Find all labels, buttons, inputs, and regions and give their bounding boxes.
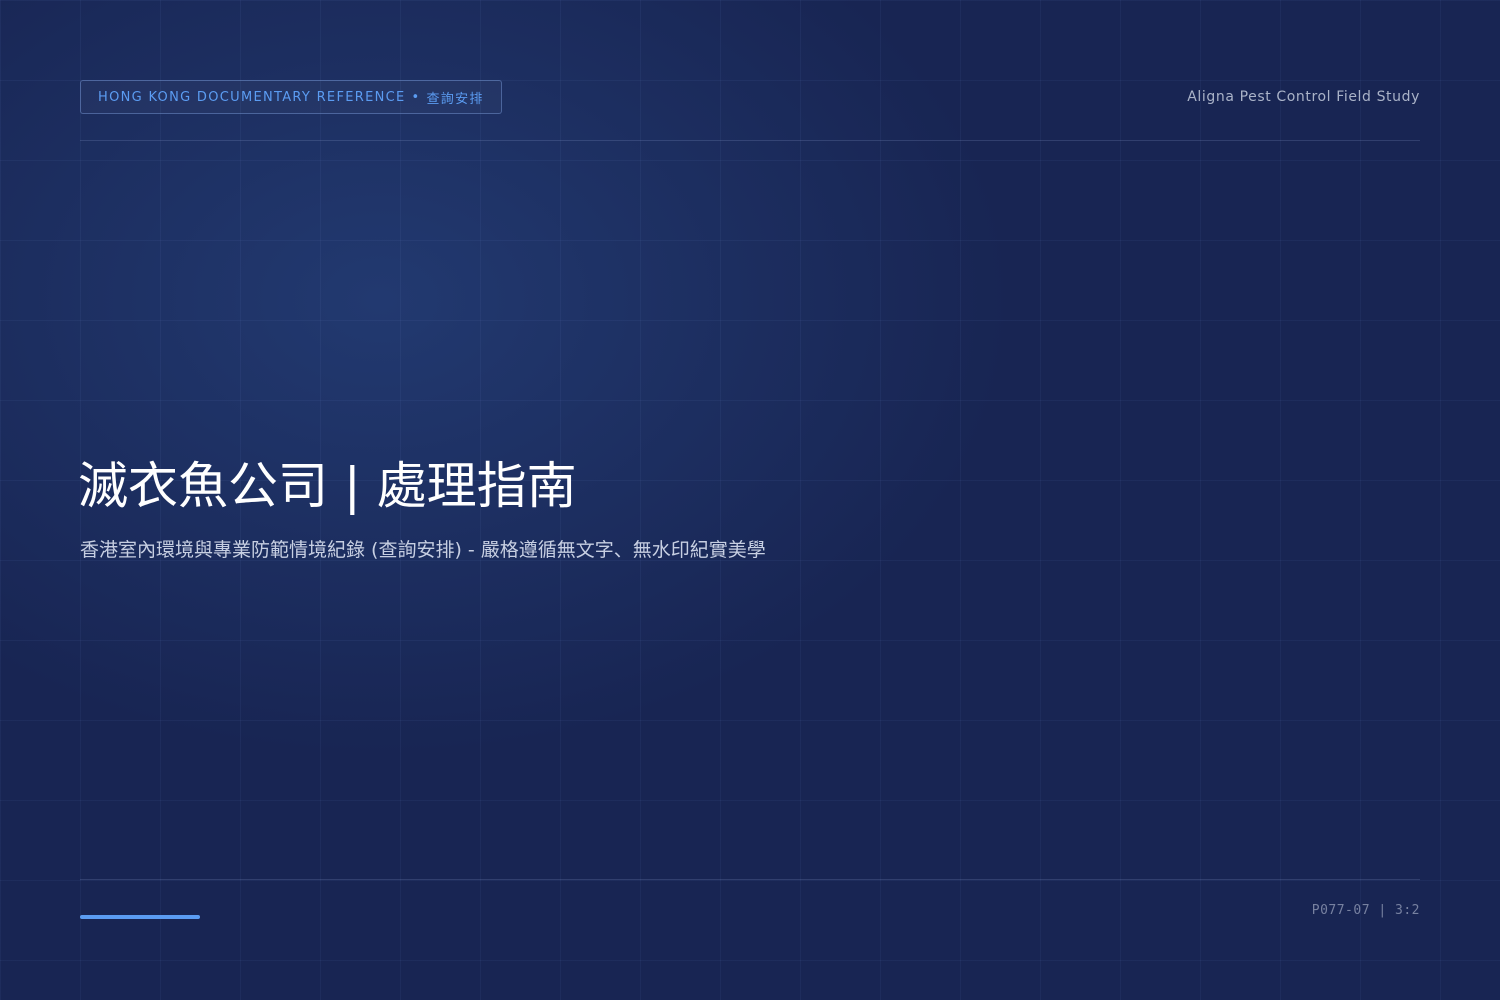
page-subtitle: 香港室內環境與專業防範情境紀錄 (查詢安排) - 嚴格遵循無文字、無水印紀實美學 bbox=[80, 539, 766, 561]
study-label: Aligna Pest Control Field Study bbox=[1187, 89, 1420, 105]
badge-text: HONG KONG DOCUMENTARY REFERENCE bbox=[98, 89, 406, 105]
badge-separator: • bbox=[411, 89, 421, 105]
footer-divider bbox=[80, 879, 1420, 880]
header-divider bbox=[80, 140, 1420, 141]
reference-badge: HONG KONG DOCUMENTARY REFERENCE • 查詢安排 bbox=[80, 80, 502, 114]
badge-tag: 查詢安排 bbox=[426, 91, 484, 107]
page-title: 滅衣魚公司 | 處理指南 bbox=[78, 457, 577, 515]
accent-bar bbox=[80, 915, 200, 919]
page-code: P077-07 | 3:2 bbox=[1311, 903, 1420, 918]
